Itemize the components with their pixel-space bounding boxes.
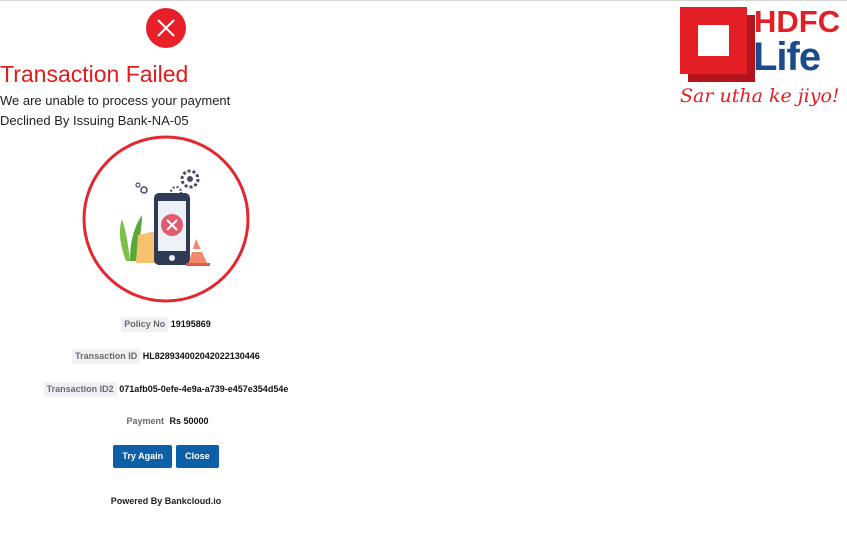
policy-label: Policy No (121, 317, 169, 332)
action-buttons: Try Again Close (0, 445, 332, 468)
decline-reason: Declined By Issuing Bank-NA-05 (0, 113, 189, 128)
logo-box (680, 7, 747, 74)
logo-tagline: Sar utha ke jiyo! (680, 85, 840, 107)
transaction-id-value: HL828934002042022130446 (142, 351, 260, 361)
phone-failed-illustration (82, 135, 250, 303)
transaction-id2-row: Transaction ID2 071afb05-0efe-4e9a-a739-… (0, 382, 332, 397)
payment-status-page: Transaction Failed We are unable to proc… (0, 0, 847, 557)
close-circle-icon (146, 8, 186, 48)
status-message: We are unable to process your payment (0, 93, 231, 108)
transaction-id2-label: Transaction ID2 (43, 382, 117, 397)
payment-value: Rs 50000 (169, 416, 209, 426)
try-again-button[interactable]: Try Again (113, 445, 173, 468)
payment-row: Payment Rs 50000 (0, 414, 332, 429)
payment-label: Payment (126, 416, 164, 426)
powered-by: Powered By Bankcloud.io (110, 496, 222, 506)
transaction-id-label: Transaction ID (72, 349, 141, 364)
logo-hdfc-text: HDFC (754, 4, 841, 39)
policy-value: 19195869 (170, 319, 211, 329)
policy-row: Policy No 19195869 (0, 317, 332, 332)
transaction-id2-value: 071afb05-0efe-4e9a-a739-e457e354d54e (119, 384, 289, 394)
phone-icon (154, 193, 190, 265)
hdfc-life-logo: HDFC Life Sar utha ke jiyo! (680, 5, 842, 113)
transaction-id-row: Transaction ID HL828934002042022130446 (0, 349, 332, 364)
logo-life-text: Life (753, 35, 821, 79)
close-button[interactable]: Close (176, 445, 219, 468)
status-title: Transaction Failed (0, 61, 189, 87)
